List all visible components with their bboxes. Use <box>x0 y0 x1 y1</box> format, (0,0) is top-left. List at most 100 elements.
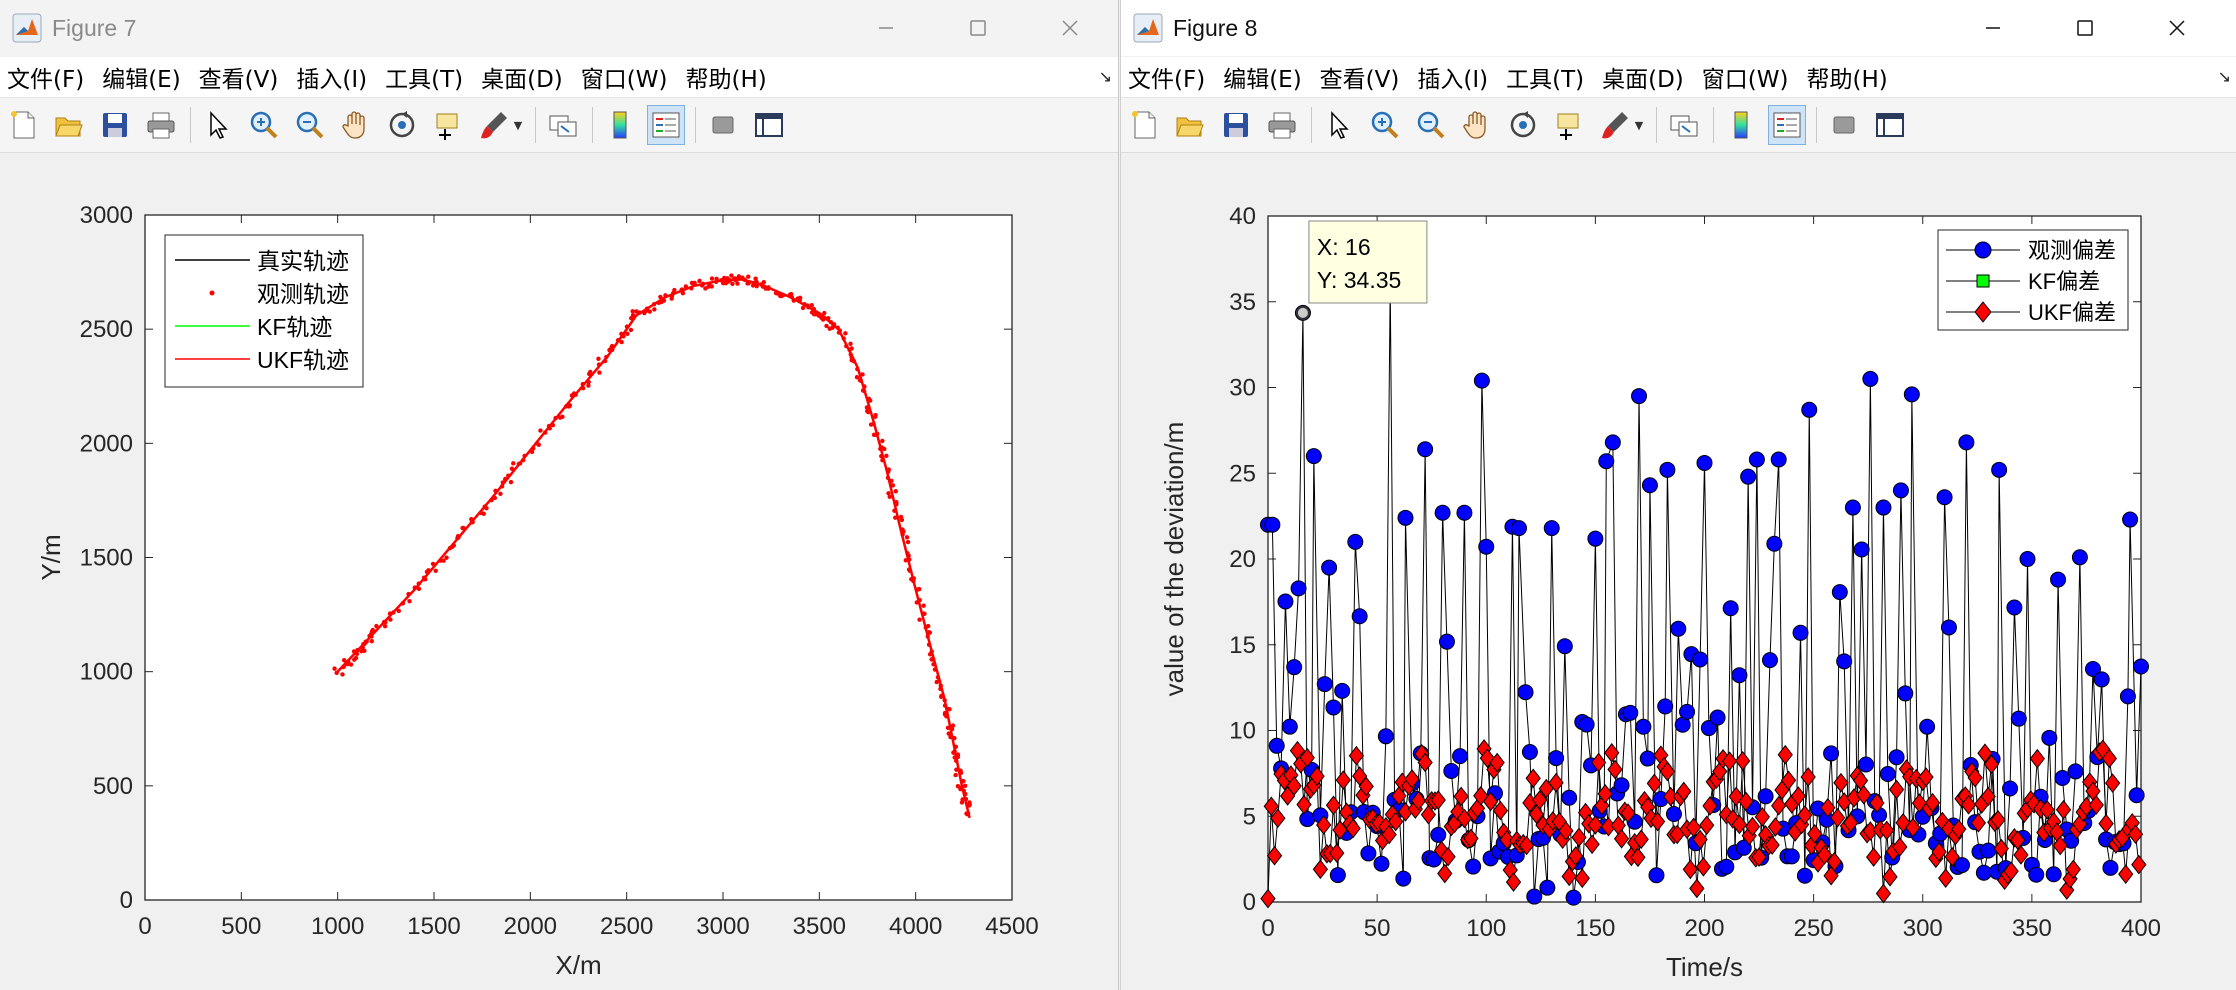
link-plot-button[interactable] <box>544 105 582 145</box>
zoom-out-button[interactable] <box>1412 105 1450 145</box>
link-plot-button[interactable] <box>1665 105 1703 145</box>
save-button[interactable] <box>96 105 134 145</box>
menu-help[interactable]: 帮助(H) <box>676 60 775 94</box>
observed-deviation-point <box>1604 434 1621 451</box>
zoom-out-button[interactable] <box>291 105 329 145</box>
print-button[interactable] <box>142 105 180 145</box>
minimize-button[interactable] <box>1947 0 2039 56</box>
observed-point <box>456 535 461 540</box>
observed-point <box>866 396 872 401</box>
menu-tools[interactable]: 工具(T) <box>376 60 472 94</box>
print-button[interactable] <box>1263 105 1301 145</box>
new-file-button[interactable] <box>4 105 42 145</box>
observed-deviation-point <box>1761 652 1778 669</box>
observed-deviation-point <box>1858 756 1875 773</box>
brush-dropdown-arrow-icon[interactable]: ▼ <box>511 105 525 145</box>
figure8-titlebar[interactable]: Figure 8 <box>1121 0 2236 56</box>
menu-view[interactable]: 查看(V) <box>1311 60 1409 94</box>
rotate-3d-button[interactable] <box>1504 105 1542 145</box>
menu-insert[interactable]: 插入(I) <box>287 60 376 94</box>
observed-point <box>906 553 911 558</box>
hide-plot-tools-button[interactable] <box>1825 105 1863 145</box>
colorbar-button[interactable] <box>601 105 639 145</box>
minimize-button[interactable] <box>840 0 932 56</box>
pointer-button[interactable] <box>1320 105 1358 145</box>
close-button[interactable] <box>2131 0 2223 56</box>
hide-plot-tools-icon <box>1833 116 1855 134</box>
new-file-button[interactable] <box>1125 105 1163 145</box>
observed-point <box>713 279 719 285</box>
observed-point <box>935 675 941 680</box>
dock-arrow-icon[interactable]: ↘ <box>2218 67 2231 86</box>
menu-file[interactable]: 文件(F) <box>1121 60 1214 94</box>
maximize-button[interactable] <box>2039 0 2131 56</box>
x-tick-label: 300 <box>1903 915 1943 942</box>
figure7-window: Figure 7 文件(F) 编辑(E) 查看(V) 插入(I) 工具(T) 桌… <box>0 0 1119 990</box>
observed-deviation-point <box>1305 448 1322 465</box>
hide-plot-tools-button[interactable] <box>704 105 742 145</box>
maximize-button[interactable] <box>932 0 1024 56</box>
observed-point <box>630 312 636 318</box>
pan-hand-icon <box>342 111 365 139</box>
brush-button[interactable] <box>475 105 513 145</box>
brush-dropdown-arrow-icon[interactable]: ▼ <box>1632 105 1646 145</box>
dock-arrow-icon[interactable]: ↘ <box>1099 67 1112 86</box>
x-tick-label: 0 <box>138 913 151 940</box>
data-cursor-button[interactable] <box>1550 105 1588 145</box>
colorbar-button[interactable] <box>1722 105 1760 145</box>
data-cursor-button[interactable] <box>429 105 467 145</box>
rotate-3d-button[interactable] <box>383 105 421 145</box>
observed-point <box>381 619 387 625</box>
observed-point <box>642 310 647 316</box>
observed-point <box>604 354 609 360</box>
menu-insert[interactable]: 插入(I) <box>1408 60 1497 94</box>
new-file-icon <box>1132 111 1156 139</box>
menu-desktop[interactable]: 桌面(D) <box>472 60 572 94</box>
observed-point <box>754 279 759 285</box>
legend-label: 真实轨迹 <box>257 248 349 274</box>
zoom-in-button[interactable] <box>1366 105 1404 145</box>
pan-hand-button[interactable] <box>1458 105 1496 145</box>
menu-edit[interactable]: 编辑(E) <box>93 60 189 94</box>
observed-deviation-point <box>1692 651 1709 668</box>
observed-deviation-point <box>1958 434 1975 451</box>
legend-button[interactable] <box>647 105 685 145</box>
pan-hand-button[interactable] <box>337 105 375 145</box>
observed-point <box>765 286 771 291</box>
observed-point <box>391 610 396 615</box>
observed-point <box>538 428 543 433</box>
menu-file[interactable]: 文件(F) <box>0 60 93 94</box>
close-button[interactable] <box>1024 0 1116 56</box>
observed-deviation-point <box>1897 685 1914 702</box>
x-tick-label: 400 <box>2121 915 2161 942</box>
menu-window[interactable]: 窗口(W) <box>1693 60 1798 94</box>
figure8-canvas: 0 50 100 150 200 250 300 350 400 0 5 10 15 20 25 30 35 40… <box>1121 153 2236 990</box>
zoom-in-button[interactable] <box>245 105 283 145</box>
figure7-titlebar[interactable]: Figure 7 <box>0 0 1118 56</box>
x-tick-label: 200 <box>1684 915 1724 942</box>
show-plot-tools-button[interactable] <box>1871 105 1909 145</box>
show-plot-tools-button[interactable] <box>750 105 788 145</box>
observed-point <box>889 478 894 484</box>
menu-help[interactable]: 帮助(H) <box>1797 60 1896 94</box>
menu-edit[interactable]: 编辑(E) <box>1214 60 1310 94</box>
menu-desktop[interactable]: 桌面(D) <box>1593 60 1693 94</box>
brush-button[interactable] <box>1596 105 1634 145</box>
observed-deviation-point <box>2133 658 2149 675</box>
observed-point <box>416 586 422 592</box>
open-folder-button[interactable] <box>50 105 88 145</box>
x-tick-label: 2000 <box>504 913 557 940</box>
menu-tools[interactable]: 工具(T) <box>1497 60 1593 94</box>
legend-button[interactable] <box>1768 105 1806 145</box>
pointer-button[interactable] <box>199 105 237 145</box>
observed-point <box>430 561 436 567</box>
close-icon <box>1062 20 1078 36</box>
open-folder-button[interactable] <box>1171 105 1209 145</box>
observed-deviation-point <box>1290 580 1307 597</box>
menu-view[interactable]: 查看(V) <box>190 60 288 94</box>
save-button[interactable] <box>1217 105 1255 145</box>
observed-deviation-point <box>1299 811 1316 828</box>
menu-window[interactable]: 窗口(W) <box>572 60 677 94</box>
toolbar-separator <box>592 107 593 143</box>
observed-point <box>407 599 412 604</box>
